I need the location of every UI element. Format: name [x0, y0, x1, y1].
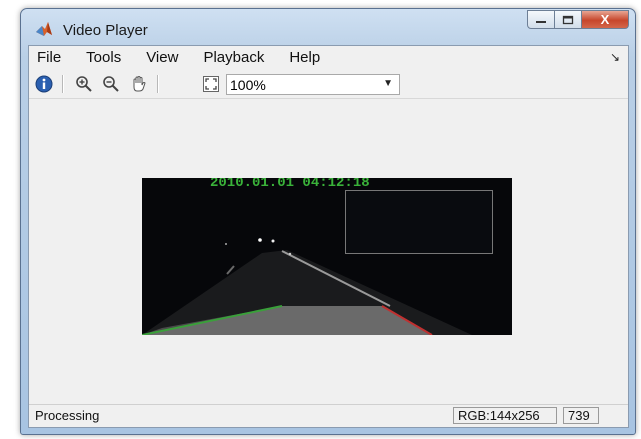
maximize-icon: [562, 15, 574, 24]
minimize-button[interactable]: [527, 10, 555, 29]
title-bar[interactable]: Video Player X: [21, 9, 635, 47]
dock-arrow-icon[interactable]: ↘: [610, 50, 620, 64]
status-text: Processing: [35, 408, 100, 423]
zoom-value: 100%: [230, 76, 266, 93]
zoom-in-icon: [76, 76, 92, 92]
maximize-button[interactable]: [555, 10, 582, 29]
pan-button[interactable]: [129, 74, 149, 94]
video-timestamp: 2010.01.01 04:12:18: [210, 178, 370, 191]
minimize-icon: [536, 20, 546, 23]
video-player-window: Video Player X File Tools View Playback …: [20, 8, 636, 435]
client-area: File Tools View Playback Help ↘ 100% ▼ 2…: [28, 45, 629, 428]
info-button[interactable]: [34, 74, 54, 94]
menu-bar: File Tools View Playback Help ↘: [29, 46, 628, 68]
menu-view[interactable]: View: [146, 49, 178, 66]
matlab-icon: [36, 22, 52, 36]
window-controls: X: [527, 10, 629, 29]
info-icon: [35, 75, 53, 93]
menu-playback[interactable]: Playback: [203, 49, 264, 66]
menu-help[interactable]: Help: [289, 49, 320, 66]
toolbar-separator: [157, 75, 159, 93]
zoom-in-button[interactable]: [74, 74, 94, 94]
video-frame: 2010.01.01 04:12:18: [142, 178, 512, 335]
pan-hand-icon: [133, 75, 146, 92]
chevron-down-icon[interactable]: ▼: [383, 78, 393, 89]
inset-preview: [345, 190, 493, 254]
zoom-out-button[interactable]: [101, 74, 121, 94]
toolbar-separator: [62, 75, 64, 93]
close-button[interactable]: X: [582, 10, 629, 29]
frame-number: 739: [563, 407, 599, 424]
toolbar: 100% ▼: [29, 70, 628, 99]
menu-file[interactable]: File: [37, 49, 61, 66]
fit-to-window-icon: [203, 76, 219, 92]
image-info: RGB:144x256: [453, 407, 557, 424]
fit-to-window-button[interactable]: [201, 74, 221, 94]
zoom-out-icon: [103, 76, 119, 92]
close-icon: X: [600, 12, 610, 27]
zoom-select[interactable]: 100% ▼: [226, 74, 400, 95]
menu-tools[interactable]: Tools: [86, 49, 121, 66]
status-bar: Processing RGB:144x256 739: [29, 404, 628, 427]
window-title: Video Player: [63, 22, 148, 39]
